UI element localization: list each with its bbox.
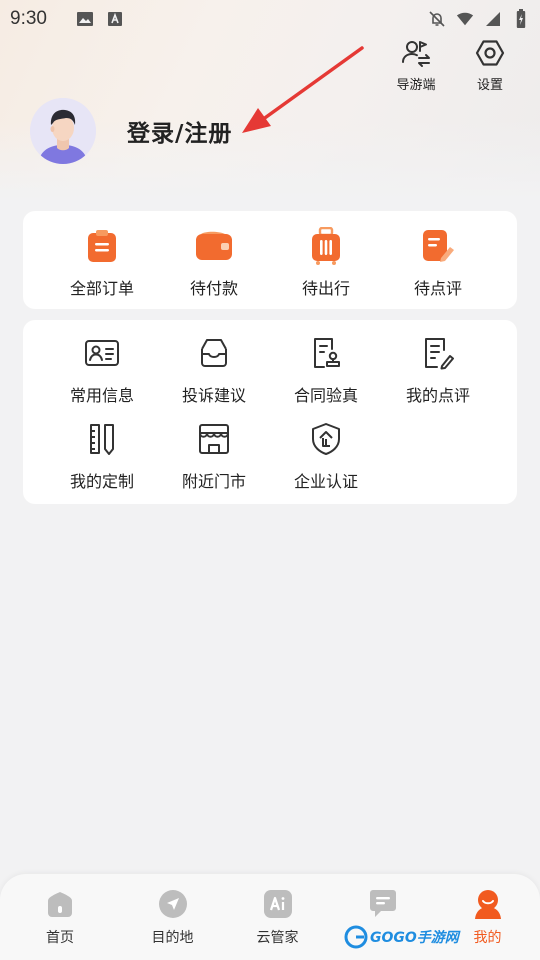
watermark: GOGO手游网 [344, 925, 476, 949]
contract-verify-label: 合同验真 [293, 386, 358, 405]
bell-off-icon [428, 10, 446, 28]
nav-destination[interactable]: 目的地 [120, 888, 225, 960]
common-info-button[interactable]: 常用信息 [46, 334, 158, 406]
all-orders-label: 全部订单 [69, 279, 134, 298]
nav-mine[interactable]: 我的 [435, 888, 540, 960]
guide-mode-label: 导游端 [396, 78, 436, 93]
complaint-button[interactable]: 投诉建议 [158, 334, 270, 406]
battery-icon [512, 9, 530, 28]
ai-icon [262, 888, 294, 920]
nav-home[interactable]: 首页 [0, 888, 120, 960]
settings-button[interactable]: 设置 [466, 36, 514, 93]
nav-messages[interactable] [330, 888, 435, 960]
mailbox-icon [195, 334, 233, 372]
orders-card: 全部订单 待付款 待出行 待点评 [23, 211, 517, 309]
signal-icon [484, 10, 502, 28]
all-orders-button[interactable]: 全部订单 [46, 227, 158, 299]
hexagon-settings-icon [473, 36, 507, 70]
guide-mode-button[interactable]: 导游端 [392, 36, 440, 93]
pending-trip-label: 待出行 [301, 279, 350, 298]
doc-edit-icon [419, 334, 457, 372]
status-bar: 9:30 [0, 0, 540, 38]
my-custom-button[interactable]: 我的定制 [46, 420, 158, 492]
text-a-icon [106, 10, 124, 28]
user-avatar[interactable] [30, 98, 96, 164]
wallet-icon [195, 227, 233, 265]
pending-payment-button[interactable]: 待付款 [158, 227, 270, 299]
watermark-text: GOGO手游网 [370, 930, 459, 946]
clipboard-icon [83, 227, 121, 265]
top-actions: 导游端 设置 [392, 36, 514, 93]
my-reviews-label: 我的点评 [405, 386, 470, 405]
image-icon [76, 10, 94, 28]
chat-icon [367, 888, 399, 920]
watermark-logo-icon [344, 925, 368, 949]
ruler-icon [83, 420, 121, 458]
my-custom-label: 我的定制 [69, 472, 134, 491]
shield-enterprise-icon [307, 420, 345, 458]
my-reviews-button[interactable]: 我的点评 [382, 334, 494, 406]
home-icon [44, 888, 76, 920]
common-info-label: 常用信息 [69, 386, 134, 405]
review-pencil-icon [419, 227, 457, 265]
enterprise-cert-button[interactable]: 企业认证 [270, 420, 382, 492]
status-time: 9:30 [10, 8, 47, 29]
nav-cloud-butler-label: 云管家 [256, 930, 299, 946]
nav-destination-label: 目的地 [151, 930, 194, 946]
nearby-stores-button[interactable]: 附近门市 [158, 420, 270, 492]
profile-login[interactable]: 登录/注册 [30, 98, 232, 164]
nav-cloud-butler[interactable]: 云管家 [225, 888, 330, 960]
pending-review-button[interactable]: 待点评 [382, 227, 494, 299]
guide-switch-icon [399, 36, 433, 70]
complaint-label: 投诉建议 [181, 386, 246, 405]
contract-verify-button[interactable]: 合同验真 [270, 334, 382, 406]
nearby-stores-label: 附近门市 [181, 472, 246, 491]
profile-icon [472, 888, 504, 920]
pending-review-label: 待点评 [413, 279, 462, 298]
contract-stamp-icon [307, 334, 345, 372]
services-card: 常用信息 投诉建议 合同验真 我的点评 我的定制 附近门市 企业认证 [23, 320, 517, 504]
enterprise-cert-label: 企业认证 [293, 472, 358, 491]
nav-mine-label: 我的 [473, 930, 502, 946]
store-icon [195, 420, 233, 458]
pending-trip-button[interactable]: 待出行 [270, 227, 382, 299]
id-card-icon [83, 334, 121, 372]
suitcase-icon [307, 227, 345, 265]
login-register-link[interactable]: 登录/注册 [127, 114, 232, 148]
compass-arrow-icon [157, 888, 189, 920]
nav-home-label: 首页 [46, 930, 74, 946]
wifi-icon [456, 10, 474, 28]
settings-label: 设置 [476, 78, 503, 93]
pending-payment-label: 待付款 [189, 279, 238, 298]
